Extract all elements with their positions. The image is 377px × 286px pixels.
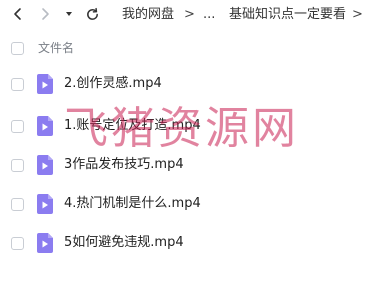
file-row[interactable]: 2.创作灵感.mp4 [0,67,377,101]
file-name[interactable]: 3作品发布技巧.mp4 [64,156,184,174]
file-checkbox[interactable] [11,78,24,91]
file-row[interactable]: 3作品发布技巧.mp4 [0,148,377,182]
file-name[interactable]: 2.创作灵感.mp4 [64,75,162,93]
breadcrumb-current-folder[interactable]: 基础知识点一定要看 [229,6,346,24]
video-file-icon [37,233,53,253]
breadcrumb-separator: > [184,7,195,22]
file-checkbox[interactable] [11,159,24,172]
file-row[interactable]: 4.热门机制是什么.mp4 [0,187,377,221]
refresh-icon [86,7,98,20]
file-checkbox[interactable] [11,198,24,211]
video-file-icon [37,194,53,214]
refresh-button[interactable] [82,4,102,24]
column-header-filename[interactable]: 文件名 [38,40,74,56]
breadcrumb-separator: > [352,7,363,22]
history-dropdown-button[interactable] [62,4,76,24]
file-name[interactable]: 4.热门机制是什么.mp4 [64,195,201,213]
caret-down-icon [66,12,72,16]
video-file-icon [37,116,53,136]
top-navigation-bar: 我的网盘 > ... 基础知识点一定要看 > [0,0,377,30]
video-file-icon [37,74,53,94]
video-file-icon [37,155,53,175]
file-checkbox[interactable] [11,120,24,133]
select-all-checkbox[interactable] [11,42,24,55]
file-name[interactable]: 1.账号定位及打造.mp4 [64,117,201,135]
breadcrumb-home[interactable]: 我的网盘 [122,6,174,24]
back-button[interactable] [8,4,28,24]
file-row[interactable]: 5如何避免违规.mp4 [0,226,377,260]
file-name[interactable]: 5如何避免违规.mp4 [64,234,184,252]
chevron-left-icon [14,8,21,20]
file-checkbox[interactable] [11,237,24,250]
file-row[interactable]: 1.账号定位及打造.mp4 [0,109,377,143]
file-list-header: 文件名 [0,34,377,62]
breadcrumb-ellipsis[interactable]: ... [203,6,215,24]
chevron-right-icon [42,8,49,20]
forward-button[interactable] [35,4,55,24]
